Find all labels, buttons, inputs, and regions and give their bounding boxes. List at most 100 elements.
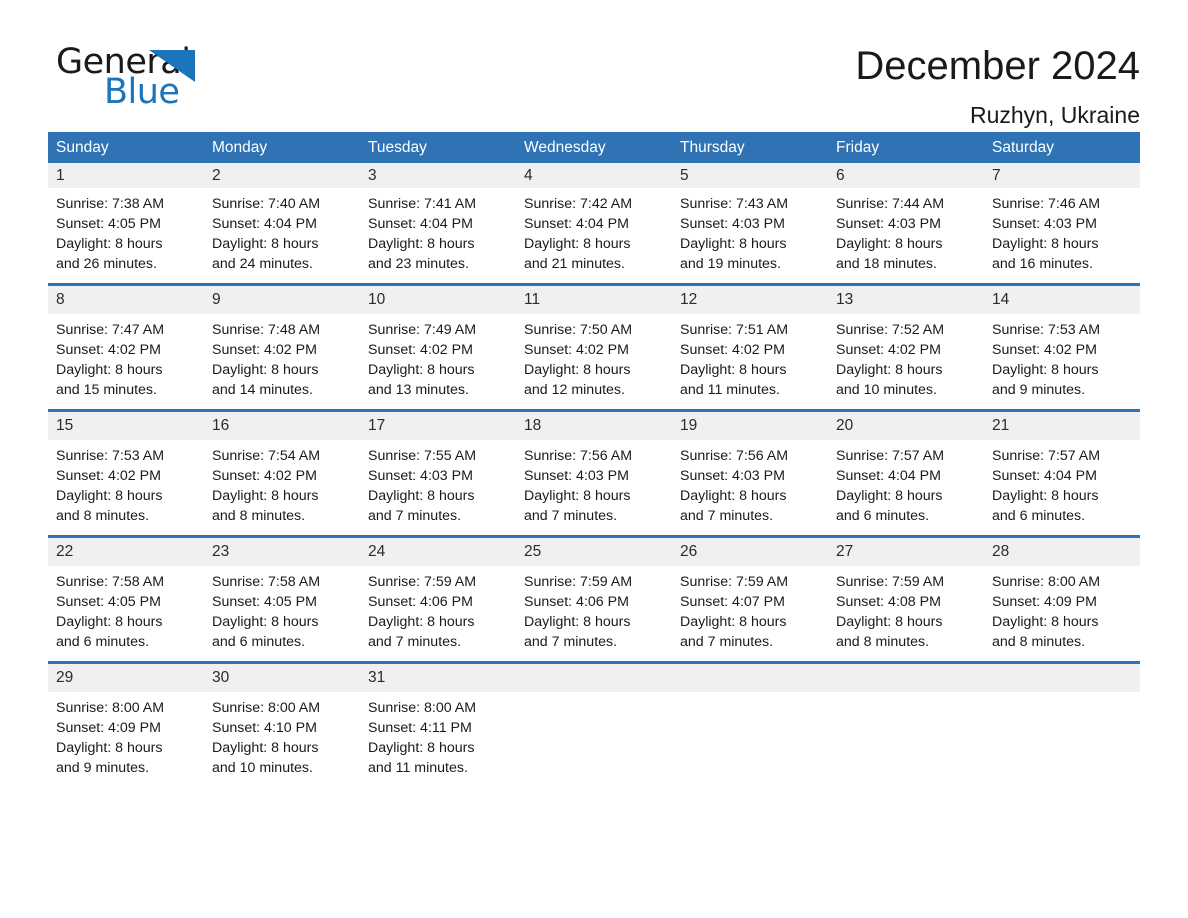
- day-info-line: and 21 minutes.: [524, 256, 625, 272]
- day-number[interactable]: 25: [516, 538, 672, 566]
- day-cell[interactable]: Sunrise: 7:58 AM Sunset: 4:05 PM Daylight:…: [204, 566, 360, 654]
- day-number[interactable]: 30: [204, 664, 360, 692]
- day-number[interactable]: 5: [672, 163, 828, 188]
- day-cell[interactable]: Sunrise: 7:53 AM Sunset: 4:02 PM Daylight:…: [984, 314, 1140, 402]
- day-cell[interactable]: Sunrise: 7:51 AM Sunset: 4:02 PM Daylight:…: [672, 314, 828, 402]
- day-number[interactable]: 17: [360, 412, 516, 440]
- day-info-line: Daylight: 8 hours: [56, 740, 163, 756]
- day-cell[interactable]: Sunrise: 7:59 AM Sunset: 4:07 PM Daylight:…: [672, 566, 828, 654]
- day-info-line: and 9 minutes.: [992, 382, 1086, 398]
- day-info-line: and 7 minutes.: [680, 508, 774, 524]
- day-number[interactable]: 19: [672, 412, 828, 440]
- day-info-line: Daylight: 8 hours: [56, 488, 163, 504]
- day-number[interactable]: 28: [984, 538, 1140, 566]
- day-info-line: Sunrise: 7:52 AM: [836, 322, 945, 338]
- weekday-friday: Friday: [836, 138, 880, 156]
- day-number[interactable]: 22: [48, 538, 204, 566]
- day-number[interactable]: 7: [984, 163, 1140, 188]
- day-info-line: Daylight: 8 hours: [680, 614, 787, 630]
- day-cell[interactable]: Sunrise: 7:58 AM Sunset: 4:05 PM Daylight:…: [48, 566, 204, 654]
- day-number[interactable]: 6: [828, 163, 984, 188]
- day-info-line: and 7 minutes.: [524, 508, 618, 524]
- day-info-line: Sunrise: 7:38 AM: [56, 196, 165, 212]
- day-cell[interactable]: Sunrise: 7:38 AM Sunset: 4:05 PM Daylight:…: [48, 188, 204, 276]
- day-cell[interactable]: Sunrise: 8:00 AM Sunset: 4:09 PM Daylight:…: [984, 566, 1140, 654]
- day-info-line: Sunset: 4:10 PM: [212, 720, 317, 736]
- day-info-line: Sunrise: 7:59 AM: [368, 574, 477, 590]
- day-cell[interactable]: Sunrise: 8:00 AM Sunset: 4:09 PM Daylight:…: [48, 692, 204, 780]
- day-number[interactable]: 9: [204, 286, 360, 314]
- day-number[interactable]: 10: [360, 286, 516, 314]
- day-info-line: Sunset: 4:02 PM: [680, 342, 785, 358]
- day-info-line: Sunrise: 7:40 AM: [212, 196, 321, 212]
- day-info-line: Daylight: 8 hours: [368, 362, 475, 378]
- day-cell[interactable]: Sunrise: 7:49 AM Sunset: 4:02 PM Daylight:…: [360, 314, 516, 402]
- day-info-line: Daylight: 8 hours: [212, 614, 319, 630]
- day-number[interactable]: 21: [984, 412, 1140, 440]
- day-number[interactable]: 11: [516, 286, 672, 314]
- day-cell[interactable]: Sunrise: 7:41 AM Sunset: 4:04 PM Daylight:…: [360, 188, 516, 276]
- day-info-line: Sunset: 4:03 PM: [680, 216, 785, 232]
- day-cell[interactable]: Sunrise: 7:56 AM Sunset: 4:03 PM Daylight:…: [672, 440, 828, 528]
- day-number[interactable]: 1: [48, 163, 204, 188]
- day-info-line: Sunset: 4:02 PM: [836, 342, 941, 358]
- day-cell[interactable]: Sunrise: 7:53 AM Sunset: 4:02 PM Daylight:…: [48, 440, 204, 528]
- day-cell[interactable]: Sunrise: 7:50 AM Sunset: 4:02 PM Daylight:…: [516, 314, 672, 402]
- day-cell[interactable]: Sunrise: 8:00 AM Sunset: 4:10 PM Daylight:…: [204, 692, 360, 780]
- day-cell[interactable]: Sunrise: 7:46 AM Sunset: 4:03 PM Daylight:…: [984, 188, 1140, 276]
- day-cell[interactable]: Sunrise: 7:43 AM Sunset: 4:03 PM Daylight:…: [672, 188, 828, 276]
- day-cell[interactable]: Sunrise: 7:59 AM Sunset: 4:08 PM Daylight:…: [828, 566, 984, 654]
- day-number[interactable]: 4: [516, 163, 672, 188]
- day-cell[interactable]: Sunrise: 7:56 AM Sunset: 4:03 PM Daylight:…: [516, 440, 672, 528]
- day-info-line: Sunset: 4:03 PM: [992, 216, 1097, 232]
- day-info-line: Daylight: 8 hours: [368, 488, 475, 504]
- day-info-line: Sunrise: 7:54 AM: [212, 448, 321, 464]
- day-info-line: Sunrise: 7:43 AM: [680, 196, 789, 212]
- day-info-line: Sunrise: 7:46 AM: [992, 196, 1101, 212]
- day-number[interactable]: 20: [828, 412, 984, 440]
- day-number[interactable]: 31: [360, 664, 516, 692]
- day-info-line: and 7 minutes.: [524, 634, 618, 650]
- day-cell[interactable]: Sunrise: 7:42 AM Sunset: 4:04 PM Daylight:…: [516, 188, 672, 276]
- day-cell[interactable]: Sunrise: 7:54 AM Sunset: 4:02 PM Daylight:…: [204, 440, 360, 528]
- day-number[interactable]: 15: [48, 412, 204, 440]
- day-number[interactable]: 26: [672, 538, 828, 566]
- day-cell[interactable]: Sunrise: 7:44 AM Sunset: 4:03 PM Daylight:…: [828, 188, 984, 276]
- day-cell[interactable]: Sunrise: 7:52 AM Sunset: 4:02 PM Daylight:…: [828, 314, 984, 402]
- day-number[interactable]: 13: [828, 286, 984, 314]
- day-number[interactable]: 14: [984, 286, 1140, 314]
- calendar-table: Sunday Monday Tuesday Wednesday Thursday…: [48, 132, 1140, 780]
- day-cell[interactable]: Sunrise: 7:40 AM Sunset: 4:04 PM Daylight:…: [204, 188, 360, 276]
- day-number[interactable]: 29: [48, 664, 204, 692]
- day-info-line: Daylight: 8 hours: [56, 362, 163, 378]
- day-cell[interactable]: Sunrise: 7:57 AM Sunset: 4:04 PM Daylight:…: [984, 440, 1140, 528]
- day-info-line: Daylight: 8 hours: [524, 236, 631, 252]
- calendar-week-row: 8 9 10 11 12 13 14 Sunrise: 7:47 AM Sunset: 4:02…: [48, 283, 1140, 402]
- day-cell[interactable]: Sunrise: 8:00 AM Sunset: 4:11 PM Daylight:…: [360, 692, 516, 780]
- day-number[interactable]: 12: [672, 286, 828, 314]
- day-number[interactable]: 27: [828, 538, 984, 566]
- day-info-line: Sunset: 4:02 PM: [212, 468, 317, 484]
- day-info-line: Sunset: 4:03 PM: [368, 468, 473, 484]
- day-cell[interactable]: Sunrise: 7:59 AM Sunset: 4:06 PM Daylight:…: [360, 566, 516, 654]
- calendar-week-row: 15 16 17 18 19 20 21 Sunrise: 7:53 AM Sunset: 4:…: [48, 409, 1140, 528]
- day-number[interactable]: 18: [516, 412, 672, 440]
- day-info-line: and 11 minutes.: [680, 382, 780, 398]
- day-number[interactable]: 23: [204, 538, 360, 566]
- day-cell[interactable]: Sunrise: 7:47 AM Sunset: 4:02 PM Daylight:…: [48, 314, 204, 402]
- day-cell[interactable]: Sunrise: 7:59 AM Sunset: 4:06 PM Daylight:…: [516, 566, 672, 654]
- day-info-line: and 12 minutes.: [524, 382, 625, 398]
- day-number[interactable]: 16: [204, 412, 360, 440]
- day-cell[interactable]: Sunrise: 7:57 AM Sunset: 4:04 PM Daylight:…: [828, 440, 984, 528]
- day-info-line: Sunrise: 7:53 AM: [992, 322, 1101, 338]
- day-number[interactable]: 2: [204, 163, 360, 188]
- day-info-line: and 6 minutes.: [212, 634, 306, 650]
- day-info-line: Sunset: 4:03 PM: [524, 468, 629, 484]
- day-number[interactable]: 3: [360, 163, 516, 188]
- day-number[interactable]: 24: [360, 538, 516, 566]
- day-cell[interactable]: Sunrise: 7:55 AM Sunset: 4:03 PM Daylight:…: [360, 440, 516, 528]
- generalblue-logo[interactable]: General Blue: [48, 42, 208, 112]
- day-number[interactable]: 8: [48, 286, 204, 314]
- day-cell[interactable]: Sunrise: 7:48 AM Sunset: 4:02 PM Daylight:…: [204, 314, 360, 402]
- day-info-line: Sunset: 4:03 PM: [680, 468, 785, 484]
